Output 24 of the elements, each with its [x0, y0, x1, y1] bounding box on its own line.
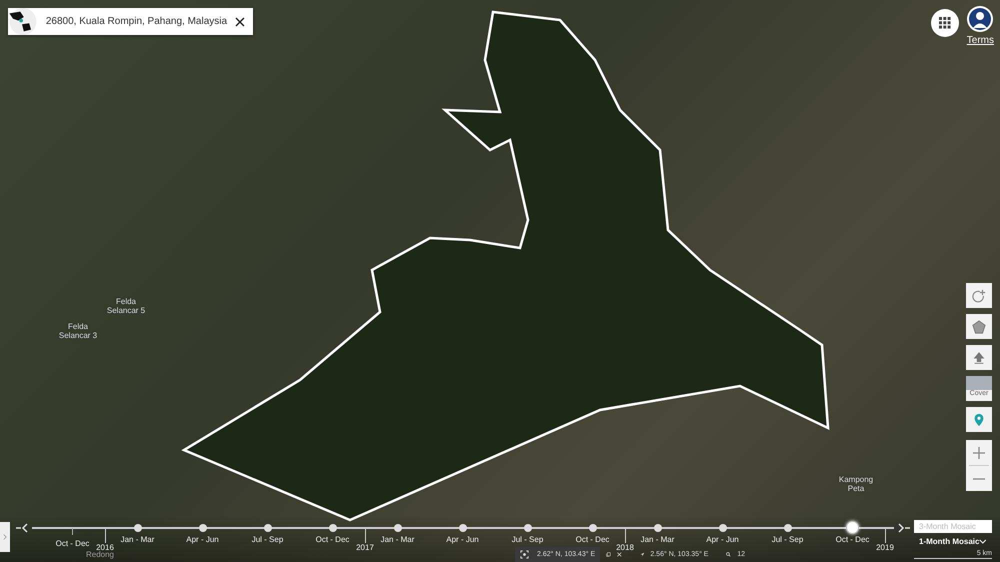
year-label: 2018	[616, 543, 634, 552]
search-field[interactable]: 26800, Kuala Rompin, Pahang, Malaysia	[8, 8, 253, 35]
terms-link[interactable]: Terms	[966, 35, 994, 46]
period-label[interactable]: Jan - Mar	[120, 535, 154, 544]
period-label[interactable]: Oct - Dec	[316, 535, 350, 544]
place-label: Redong	[84, 551, 116, 560]
mosaic-option[interactable]: 1-Month Mosaic	[914, 535, 992, 548]
period-label[interactable]: Oct - Dec	[576, 535, 610, 544]
period-label[interactable]: Jul - Sep	[772, 535, 804, 544]
period-label[interactable]: Oct - Dec	[56, 539, 90, 548]
period-label[interactable]: Jul - Sep	[512, 535, 544, 544]
period-label[interactable]: Jul - Sep	[252, 535, 284, 544]
period-label[interactable]: Jan - Mar	[640, 535, 674, 544]
period-label[interactable]: Apr - Jun	[706, 535, 739, 544]
period-label[interactable]: Jan - Mar	[380, 535, 414, 544]
place-label: Felda Selancar 5	[106, 298, 146, 316]
year-label: 2017	[356, 543, 374, 552]
year-label: 2019	[876, 543, 894, 552]
period-label[interactable]: Apr - Jun	[186, 535, 219, 544]
place-label: Kampong Peta	[838, 476, 874, 494]
place-label: Felda Selancar 3	[58, 323, 98, 341]
period-label[interactable]: Oct - Dec	[836, 535, 870, 544]
period-label[interactable]: Apr - Jun	[446, 535, 479, 544]
year-label: 2016	[96, 543, 114, 552]
